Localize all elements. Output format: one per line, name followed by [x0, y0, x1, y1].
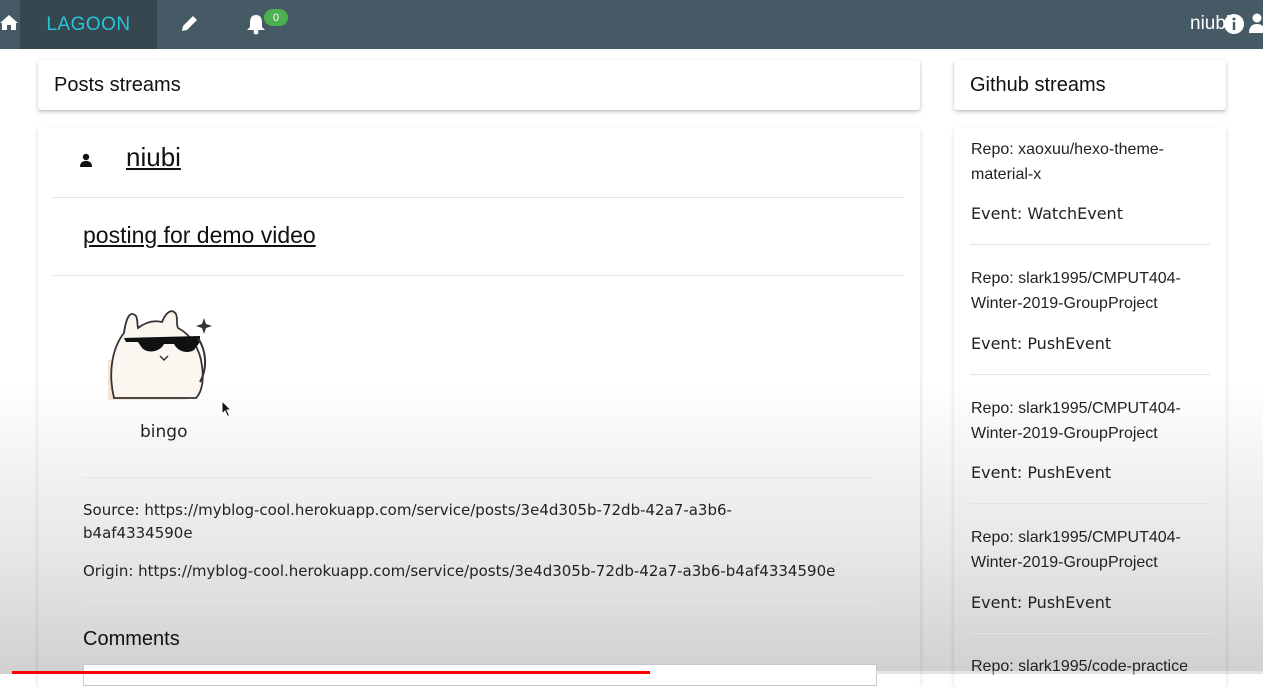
mouse-cursor-icon: [221, 400, 233, 418]
repo-line: Winter-2019-GroupProject: [971, 425, 1158, 442]
posts-streams-header: Posts streams: [38, 60, 920, 110]
repo-line: Repo: slark1995/CMPUT404-: [971, 400, 1181, 417]
post-source-line1: Source: https://myblog-cool.herokuapp.co…: [83, 501, 732, 519]
user-icon[interactable]: [1249, 13, 1263, 33]
github-event-repo: Repo: slark1995/code-practice: [971, 654, 1201, 679]
github-event-repo: Repo: xaoxuu/hexo-theme- material-x: [971, 137, 1201, 187]
repo-line: Winter-2019-GroupProject: [971, 295, 1158, 312]
image-caption: bingo: [140, 422, 188, 442]
brand-text: LAGOON: [46, 13, 131, 35]
divider: [53, 197, 904, 198]
author-icon: [80, 153, 92, 167]
github-event-repo: Repo: slark1995/CMPUT404- Winter-2019-Gr…: [971, 266, 1201, 316]
comment-input[interactable]: [83, 664, 877, 686]
github-event-repo: Repo: slark1995/CMPUT404- Winter-2019-Gr…: [971, 396, 1201, 446]
github-event-type: Event: PushEvent: [971, 463, 1112, 482]
post-title-link[interactable]: posting for demo video: [83, 222, 316, 249]
divider: [970, 633, 1210, 634]
posts-streams-title: Posts streams: [54, 74, 181, 96]
pencil-icon[interactable]: [179, 13, 199, 35]
info-icon[interactable]: [1223, 13, 1245, 35]
divider: [83, 602, 875, 603]
post-author-link[interactable]: niubi: [126, 142, 181, 173]
top-navbar: LAGOON 0 niubi: [0, 0, 1263, 49]
divider: [83, 477, 875, 478]
home-icon[interactable]: [0, 12, 20, 34]
divider: [970, 503, 1210, 504]
post-image[interactable]: [104, 298, 216, 402]
repo-line: Repo: xaoxuu/hexo-theme-: [971, 141, 1164, 158]
comments-heading: Comments: [83, 628, 180, 650]
github-event-type: Event: PushEvent: [971, 334, 1112, 353]
github-event-repo: Repo: slark1995/CMPUT404- Winter-2019-Gr…: [971, 525, 1201, 575]
notification-badge[interactable]: 0: [264, 9, 288, 26]
github-event-type: Event: WatchEvent: [971, 204, 1123, 223]
post-origin: Origin: https://myblog-cool.herokuapp.co…: [83, 562, 836, 580]
github-event-type: Event: PushEvent: [971, 593, 1112, 612]
divider: [53, 275, 904, 276]
post-card: [38, 127, 920, 687]
repo-line: Repo: slark1995/code-practice: [971, 658, 1189, 675]
repo-line: Repo: slark1995/CMPUT404-: [971, 270, 1181, 287]
divider: [970, 244, 1210, 245]
brand-logo[interactable]: LAGOON: [20, 0, 157, 49]
repo-line: Repo: slark1995/CMPUT404-: [971, 529, 1181, 546]
post-source-line2: b4af4334590e: [83, 524, 193, 542]
repo-line: Winter-2019-GroupProject: [971, 554, 1158, 571]
repo-line: material-x: [971, 166, 1042, 183]
github-streams-title: Github streams: [970, 74, 1106, 96]
divider: [970, 374, 1210, 375]
github-streams-header: Github streams: [954, 60, 1226, 110]
